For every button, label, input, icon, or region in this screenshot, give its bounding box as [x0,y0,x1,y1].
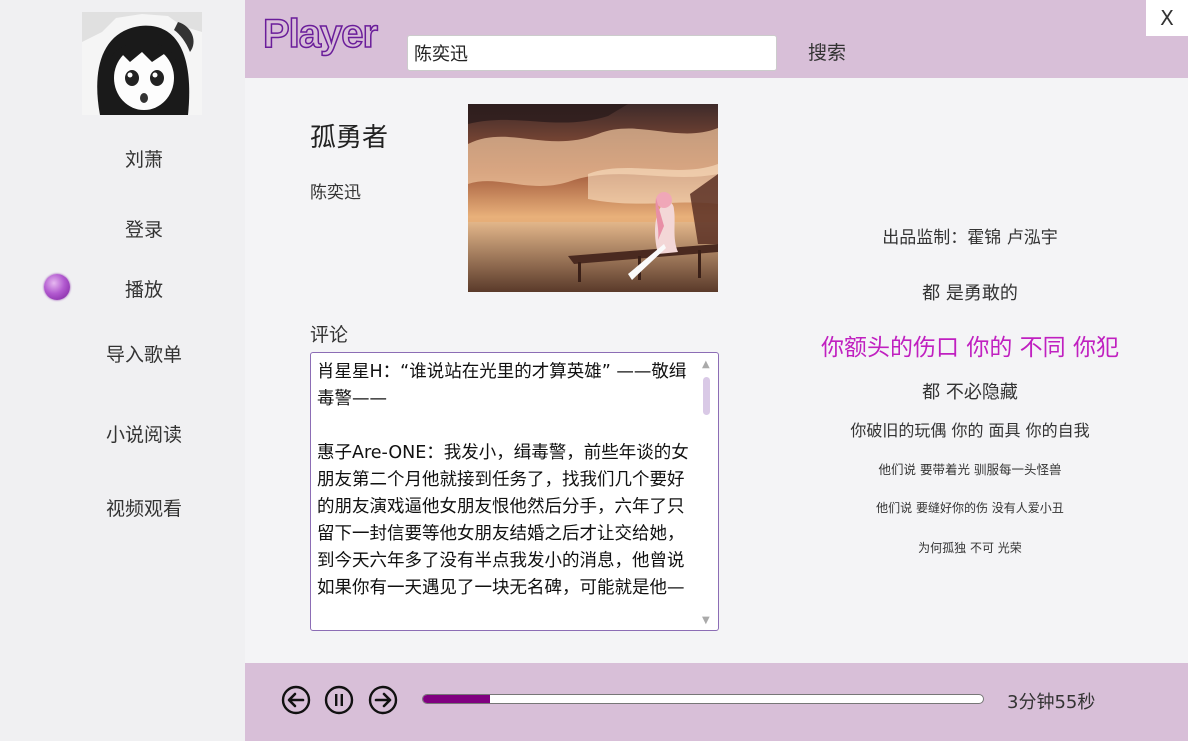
comment-paragraph: 肖星星H：“谁说站在光里的才算英雄” ——敬缉毒警—— [317,362,687,409]
app-logo: Player [262,11,379,57]
lyric-line: 出品监制：霍锦 卢泓宇 [882,228,1058,248]
comments-label: 评论 [310,324,349,346]
sidebar-item-video-watching[interactable]: 视频观看 [0,494,288,521]
scroll-thumb[interactable] [703,377,710,415]
comments-scrollbar[interactable]: ▲ ▼ [696,353,718,630]
search-button[interactable]: 搜索 [808,38,846,65]
comment-paragraph [317,413,695,440]
lyric-line: 他们说 要缝好你的伤 没有人爱小丑 [876,501,1064,515]
pause-button[interactable] [324,685,354,715]
sidebar-item-import-playlist[interactable]: 导入歌单 [0,340,288,367]
song-artist: 陈奕迅 [310,183,361,203]
sidebar-item-novel-reading[interactable]: 小说阅读 [0,420,288,447]
lyric-line: 你破旧的玩偶 你的 面具 你的自我 [850,421,1090,440]
next-button[interactable] [368,685,398,715]
album-cover [468,104,718,292]
lyric-line-current: 你额头的伤口 你的 不同 你犯 [821,335,1119,361]
prev-icon [281,685,311,715]
comment-paragraph: 惠子Are-ONE：我发小，缉毒警，前些年谈的女朋友第二个月他就接到任务了，找我… [317,443,689,598]
scroll-down-icon[interactable]: ▼ [702,615,710,626]
comments-content: 肖星星H：“谁说站在光里的才算英雄” ——敬缉毒警—— 惠子Are-ONE：我发… [317,359,695,602]
user-name: 刘萧 [124,149,163,171]
lyric-line: 为何孤独 不可 光荣 [918,541,1022,555]
lyric-line: 都 是勇敢的 [922,283,1018,304]
next-icon [368,685,398,715]
song-title: 孤勇者 [310,123,389,153]
lyric-line: 都 不必隐藏 [922,382,1018,403]
search-input[interactable] [407,35,777,71]
prev-button[interactable] [281,685,311,715]
sidebar-item-login[interactable]: 登录 [0,215,288,242]
progress-fill [423,695,491,703]
comments-textarea[interactable]: 肖星星H：“谁说站在光里的才算英雄” ——敬缉毒警—— 惠子Are-ONE：我发… [310,352,719,631]
duration-label: 3分钟55秒 [1007,692,1096,713]
pause-icon [324,685,354,715]
scroll-up-icon[interactable]: ▲ [702,359,710,370]
lyric-line: 他们说 要带着光 驯服每一头怪兽 [878,462,1062,477]
avatar [82,12,202,115]
progress-slider[interactable] [422,694,984,704]
sidebar-item-play[interactable]: 播放 [0,275,288,302]
close-button[interactable]: X [1146,0,1188,36]
